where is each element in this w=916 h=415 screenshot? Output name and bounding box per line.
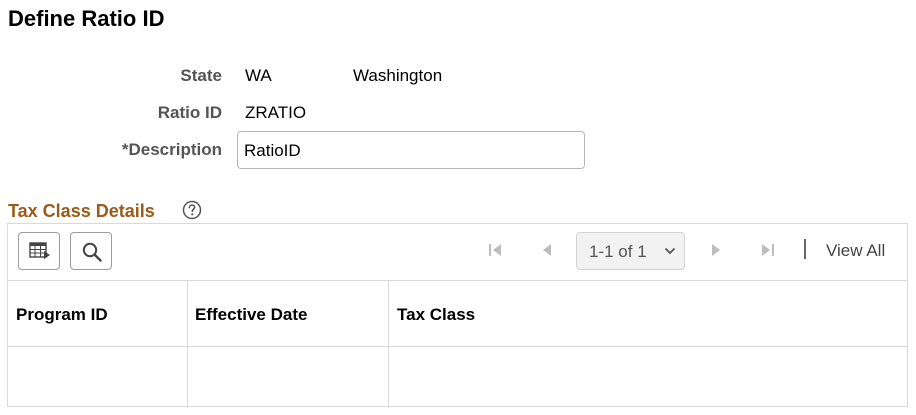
chevron-down-icon (664, 247, 676, 255)
find-button[interactable] (70, 232, 112, 270)
question-circle-icon[interactable] (182, 200, 202, 220)
tax-class-grid: 1-1 of 1 View All Program ID Effective D… (7, 223, 908, 408)
state-code: WA (245, 66, 272, 85)
view-all-link[interactable]: View All (826, 241, 885, 261)
column-header-effective-date: Effective Date (195, 305, 308, 324)
description-label: *Description (121, 140, 222, 159)
personalize-grid-button[interactable] (18, 232, 60, 270)
ratio-id-value: ZRATIO (245, 103, 307, 122)
column-header-tax-class: Tax Class (397, 305, 476, 324)
first-page-icon[interactable] (486, 241, 504, 259)
description-input[interactable] (237, 131, 585, 169)
grid-personalize-icon (29, 242, 50, 259)
page-selector-value: 1-1 of 1 (589, 242, 647, 261)
grid-toolbar: 1-1 of 1 View All (8, 224, 907, 281)
state-label: State (180, 66, 222, 85)
column-header-program-id: Program ID (16, 305, 108, 324)
grid-header-row: Program ID Effective Date Tax Class (8, 281, 907, 347)
previous-page-icon[interactable] (538, 241, 556, 259)
section-title: Tax Class Details (8, 201, 155, 221)
state-name: Washington (353, 66, 443, 85)
page-title: Define Ratio ID (8, 6, 165, 31)
table-row (8, 347, 907, 407)
ratio-id-label: Ratio ID (157, 103, 222, 122)
next-page-icon[interactable] (707, 241, 725, 259)
search-icon (82, 242, 102, 262)
page-selector[interactable]: 1-1 of 1 (576, 232, 685, 270)
last-page-icon[interactable] (759, 241, 777, 259)
toolbar-divider (804, 239, 806, 259)
